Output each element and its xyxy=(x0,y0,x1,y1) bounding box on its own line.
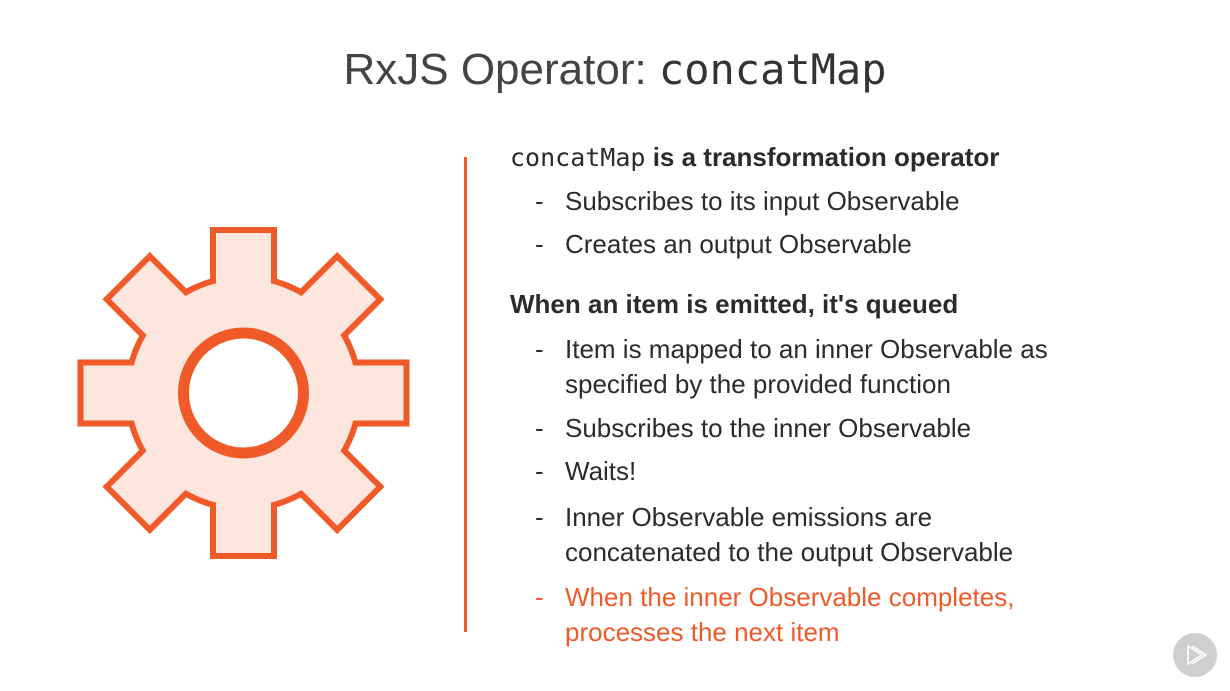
item-text: specified by the provided function xyxy=(565,369,951,399)
bullet: - xyxy=(535,456,544,486)
item-text: Inner Observable emissions are xyxy=(565,502,933,532)
heading-text: is a transformation operator xyxy=(645,142,1000,172)
item-text: Item is mapped to an inner Observable as xyxy=(565,334,1048,364)
play-logo-icon xyxy=(1173,633,1217,677)
bullet: - xyxy=(535,186,544,216)
bullet: - xyxy=(535,502,544,532)
item-text: Waits! xyxy=(565,456,637,486)
item-text: Subscribes to its input Observable xyxy=(565,186,960,216)
section1-heading: concatMap is a transformation operator xyxy=(510,140,999,175)
item-text: processes the next item xyxy=(565,617,840,647)
gear-icon xyxy=(77,227,410,559)
section2-heading: When an item is emitted, it's queued xyxy=(510,289,959,319)
item-text: concatenated to the output Observable xyxy=(565,537,1014,567)
item-text: Subscribes to the inner Observable xyxy=(565,413,972,443)
heading-code: concatMap xyxy=(510,143,646,172)
item-text: Creates an output Observable xyxy=(565,229,912,259)
bullet: - xyxy=(535,229,544,259)
divider xyxy=(464,157,467,632)
title-code: concatMap xyxy=(658,45,887,94)
item-text: When the inner Observable completes, xyxy=(565,582,1015,612)
bullet: - xyxy=(535,413,544,443)
bullet: - xyxy=(535,334,544,364)
bullet: - xyxy=(535,582,544,612)
